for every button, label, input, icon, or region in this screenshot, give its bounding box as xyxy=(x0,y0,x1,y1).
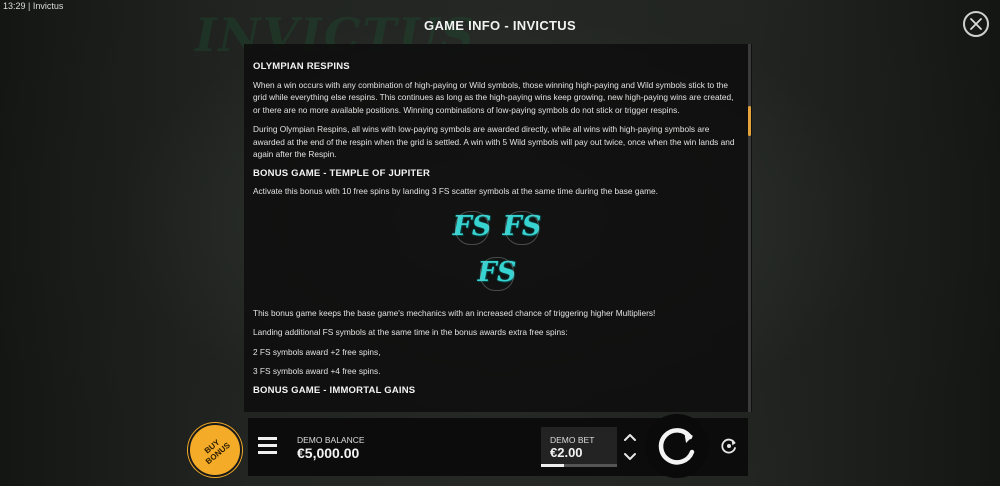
info-content: OLYMPIAN RESPINS When a win occurs with … xyxy=(253,61,741,411)
olympian-respins-paragraph-1: When a win occurs with any combination o… xyxy=(253,79,734,115)
menu-icon-bar xyxy=(258,444,277,447)
page-title: GAME INFO - INVICTUS xyxy=(424,18,576,33)
temple-of-jupiter-paragraph-4: 2 FS symbols award +2 free spins, xyxy=(253,346,381,357)
bet-label: DEMO BET xyxy=(550,435,595,445)
status-bar: 13:29 | Invictus xyxy=(3,0,63,12)
balance-value: €5,000.00 xyxy=(297,445,360,461)
fs-scatter-symbol: FS xyxy=(449,205,495,251)
buy-bonus-label: BUY BONUS xyxy=(202,437,232,467)
bet-level-bar xyxy=(541,464,617,467)
temple-of-jupiter-paragraph-5: 3 FS symbols award +4 free spins. xyxy=(253,366,381,376)
scrollbar-thumb[interactable] xyxy=(748,106,751,136)
balance-label: DEMO BALANCE xyxy=(297,435,365,445)
buy-bonus-button[interactable]: BUY BONUS xyxy=(188,423,242,477)
spin-button[interactable] xyxy=(645,414,709,478)
chevron-down-icon xyxy=(624,453,636,460)
autoplay-icon xyxy=(721,438,736,454)
info-panel[interactable]: OLYMPIAN RESPINS When a win occurs with … xyxy=(244,44,752,412)
menu-icon-bar xyxy=(258,451,277,454)
status-time: 13:29 xyxy=(3,1,26,11)
fs-scatter-symbol: FS xyxy=(474,251,520,297)
scrollbar[interactable] xyxy=(748,44,751,412)
chevron-up-icon xyxy=(624,434,636,441)
olympian-respins-paragraph-2: During Olympian Respins, all wins with l… xyxy=(253,124,735,159)
status-app-name: Invictus xyxy=(32,1,64,11)
bet-value: €2.00 xyxy=(550,445,583,460)
bet-decrease-button[interactable] xyxy=(621,449,639,464)
temple-of-jupiter-paragraph-3: Landing additional FS symbols at the sam… xyxy=(253,327,568,337)
temple-of-jupiter-paragraph-1: Activate this bonus with 10 free spins b… xyxy=(253,186,658,196)
spin-icon xyxy=(658,428,695,465)
fs-scatter-symbol: FS xyxy=(499,205,545,251)
menu-icon xyxy=(258,437,277,440)
bet-box[interactable]: DEMO BET €2.00 xyxy=(541,427,617,467)
section-heading-immortal-gains: BONUS GAME - IMMORTAL GAINS xyxy=(253,384,416,396)
close-icon xyxy=(970,18,982,30)
bet-level-fill xyxy=(541,464,564,467)
close-button[interactable] xyxy=(963,11,989,37)
fs-scatter-symbols: FS FS FS xyxy=(253,205,741,297)
bet-increase-button[interactable] xyxy=(621,430,639,445)
menu-button[interactable] xyxy=(258,437,277,454)
section-heading-temple-of-jupiter: BONUS GAME - TEMPLE OF JUPITER xyxy=(253,167,431,179)
autoplay-button[interactable] xyxy=(719,436,739,456)
section-heading-olympian-respins: OLYMPIAN RESPINS xyxy=(253,61,350,72)
temple-of-jupiter-paragraph-2: This bonus game keeps the base game's me… xyxy=(253,307,656,318)
